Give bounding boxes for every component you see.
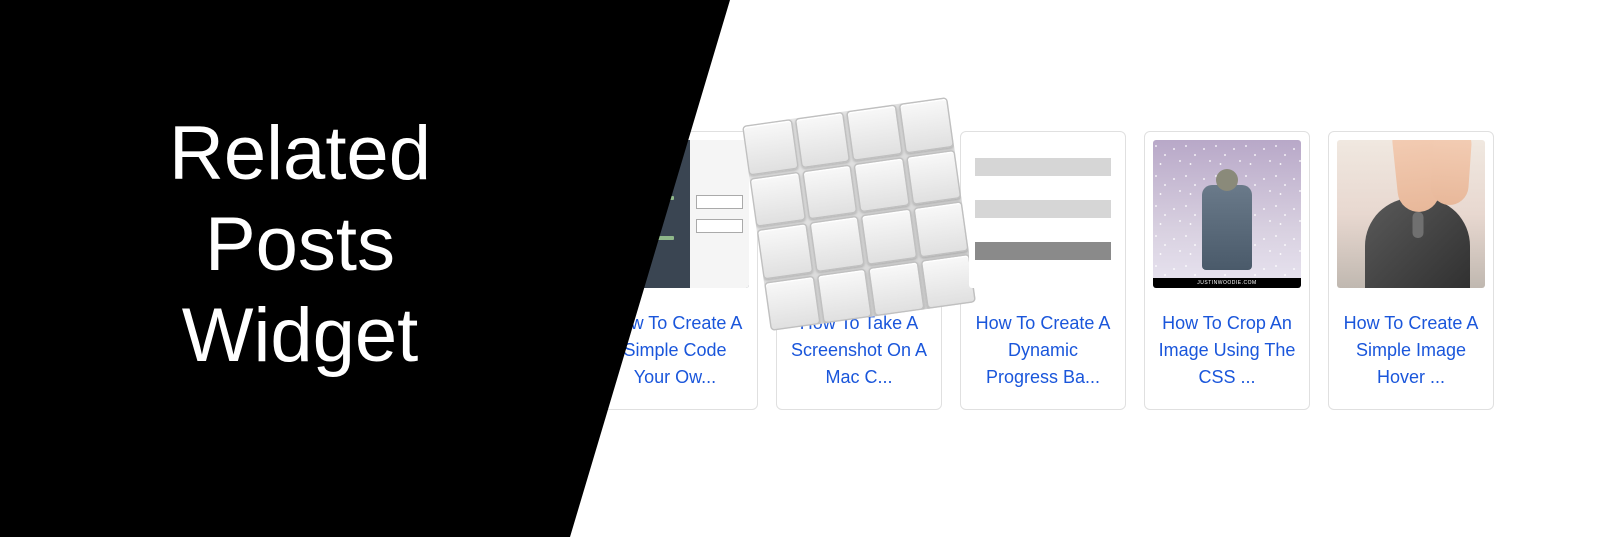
post-thumbnail: [969, 140, 1117, 288]
image-watermark: JUSTINWOODIE.COM: [1153, 278, 1301, 288]
related-post-card[interactable]: How To Take A Screenshot On A Mac C...: [776, 131, 942, 410]
post-title: How To Create A Simple Image Hover ...: [1337, 310, 1485, 401]
hero-title: Related Posts Widget: [110, 108, 490, 382]
related-post-card[interactable]: How To Create A Dynamic Progress Ba...: [960, 131, 1126, 410]
post-thumbnail: [742, 97, 976, 331]
related-post-card[interactable]: How To Create A Simple Image Hover ...: [1328, 131, 1494, 410]
post-thumbnail: [1337, 140, 1485, 288]
post-title: How To Crop An Image Using The CSS ...: [1153, 310, 1301, 401]
post-title: How To Create A Dynamic Progress Ba...: [969, 310, 1117, 401]
related-post-card[interactable]: JUSTINWOODIE.COM How To Crop An Image Us…: [1144, 131, 1310, 410]
post-thumbnail: JUSTINWOODIE.COM: [1153, 140, 1301, 288]
